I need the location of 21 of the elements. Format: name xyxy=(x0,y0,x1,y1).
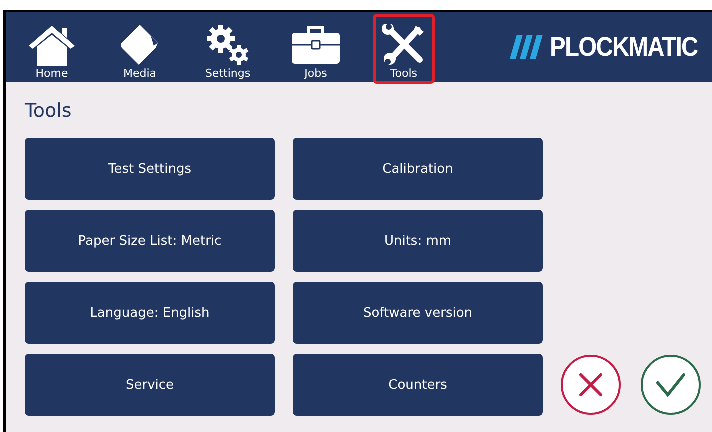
check-icon xyxy=(655,372,687,398)
menu-button[interactable]: Language: English xyxy=(25,282,275,344)
menu-button[interactable]: Service xyxy=(25,354,275,416)
home-icon xyxy=(27,24,77,66)
briefcase-icon xyxy=(291,25,341,65)
menu-button[interactable]: Paper Size List: Metric xyxy=(25,210,275,272)
menu-button[interactable]: Software version xyxy=(293,282,543,344)
nav-tab[interactable]: Settings xyxy=(184,12,272,82)
page-title: Tools xyxy=(25,100,73,124)
nav-tab[interactable]: Tools xyxy=(360,12,448,82)
brand-name: PLOCKMATIC xyxy=(550,32,698,62)
menu-button[interactable]: Units: mm xyxy=(293,210,543,272)
menu-button[interactable]: Counters xyxy=(293,354,543,416)
nav-tab[interactable]: Jobs xyxy=(272,12,360,82)
sheet-icon xyxy=(120,24,160,66)
menu-button[interactable]: Test Settings xyxy=(25,138,275,200)
nav-tab[interactable]: Media xyxy=(96,12,184,82)
close-icon xyxy=(578,372,604,398)
menu-button[interactable]: Calibration xyxy=(293,138,543,200)
tools-icon xyxy=(382,24,426,66)
nav-tab[interactable]: Home xyxy=(8,12,96,82)
